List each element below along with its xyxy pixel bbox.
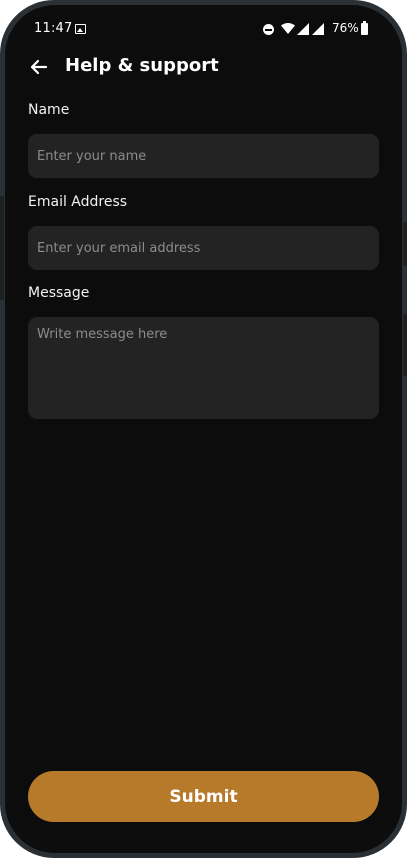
side-button — [0, 196, 4, 300]
wifi-icon — [281, 23, 295, 34]
email-input[interactable] — [28, 226, 379, 270]
arrow-left-icon — [30, 59, 48, 75]
message-label: Message — [28, 285, 90, 301]
app-header: Help & support — [13, 49, 394, 85]
message-textarea[interactable] — [28, 317, 379, 419]
gallery-icon — [75, 24, 86, 34]
signal-icon — [312, 23, 324, 35]
page-title: Help & support — [65, 55, 219, 76]
battery-icon — [361, 21, 368, 35]
dnd-icon — [263, 24, 274, 35]
power-button — [403, 222, 407, 266]
status-time: 11:47 — [34, 21, 73, 36]
status-bar: 11:47 76% — [13, 13, 394, 45]
volume-button — [403, 314, 407, 376]
name-label: Name — [28, 102, 70, 118]
email-label: Email Address — [28, 194, 128, 210]
back-button[interactable] — [25, 53, 53, 81]
signal-icon — [297, 23, 309, 35]
screen: 11:47 76% Help & support Name Enter your… — [13, 13, 394, 839]
submit-button[interactable]: Submit — [28, 771, 379, 822]
battery-percent: 76% — [332, 21, 359, 35]
name-input[interactable] — [28, 134, 379, 178]
device-frame: 11:47 76% Help & support Name Enter your… — [0, 0, 407, 858]
